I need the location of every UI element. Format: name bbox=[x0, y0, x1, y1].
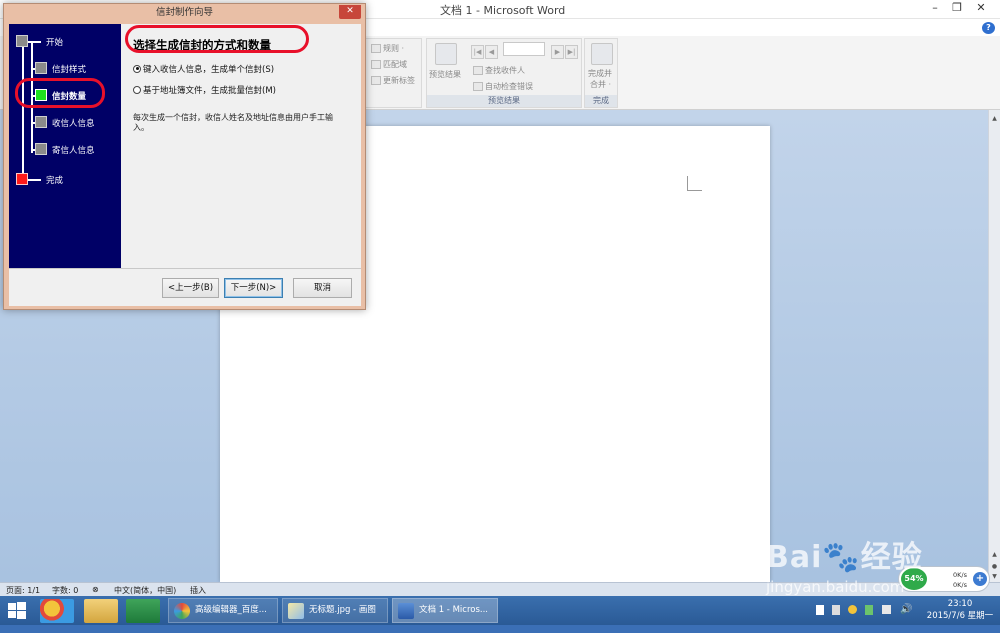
preview-group-label: 预览结果 bbox=[427, 95, 581, 107]
update-labels-button[interactable]: 更新标签 bbox=[371, 75, 415, 86]
cancel-button[interactable]: 取消 bbox=[293, 278, 352, 298]
minimize-button[interactable]: – bbox=[924, 0, 946, 17]
restore-button[interactable]: ❐ bbox=[946, 0, 968, 17]
step-start-marker bbox=[16, 35, 28, 47]
next-record-button[interactable]: ▶ bbox=[551, 45, 564, 59]
status-bar: 页面: 1/1 字数: 0 ⊗ 中文(简体，中国) 插入 bbox=[0, 582, 1000, 596]
update-labels-icon bbox=[371, 76, 381, 85]
app-circles-icon[interactable] bbox=[40, 599, 74, 623]
word-icon bbox=[398, 603, 414, 619]
finish-group-label: 完成 bbox=[585, 95, 617, 107]
auto-check-icon bbox=[473, 82, 483, 91]
step-start[interactable]: 开始 bbox=[46, 36, 63, 48]
prev-record-button[interactable]: ◀ bbox=[485, 45, 498, 59]
highlight-heading-oval bbox=[125, 25, 309, 53]
task-browser[interactable]: 高级编辑器_百度... bbox=[168, 598, 278, 623]
find-recipient-icon bbox=[473, 66, 483, 75]
wizard-steps-panel: 开始 信封样式 信封数量 收信人信息 寄信人信息 完成 bbox=[9, 24, 121, 268]
tray-security-icon[interactable] bbox=[848, 605, 857, 614]
task-word[interactable]: 文档 1 - Micros... bbox=[392, 598, 498, 623]
option-single-envelope[interactable]: 键入收信人信息，生成单个信封(S) bbox=[133, 63, 274, 75]
help-icon[interactable]: ? bbox=[982, 22, 995, 34]
vertical-scrollbar[interactable]: ▲ ▲ ● ▼ bbox=[988, 110, 1000, 582]
status-language[interactable]: 中文(简体，中国) bbox=[114, 585, 176, 596]
tray-flag-icon[interactable] bbox=[816, 605, 824, 615]
radio-unchecked-icon[interactable] bbox=[133, 85, 141, 94]
step-finish-marker bbox=[16, 173, 28, 185]
status-insert-mode[interactable]: 插入 bbox=[190, 585, 206, 596]
preview-results-button[interactable]: 预览结果 bbox=[429, 69, 461, 80]
find-recipient-button[interactable]: 查找收件人 bbox=[473, 65, 525, 76]
tray-network-icon[interactable] bbox=[882, 605, 891, 614]
tray-volume-icon[interactable]: 🔊 bbox=[900, 604, 912, 633]
first-record-button[interactable]: |◀ bbox=[471, 45, 484, 59]
ribbon-group-fields: 规则 · 匹配域 更新标签 bbox=[364, 38, 422, 108]
auto-check-errors-button[interactable]: 自动检查错误 bbox=[473, 81, 533, 92]
memory-percent: 54% bbox=[901, 568, 927, 590]
download-speed: 0K/s bbox=[953, 581, 967, 589]
step-recipient-marker bbox=[35, 116, 47, 128]
option-description: 每次生成一个信封，收信人姓名及地址信息由用户手工输入。 bbox=[133, 113, 333, 132]
dialog-close-button[interactable]: ✕ bbox=[339, 5, 361, 19]
windows-start-icon[interactable] bbox=[6, 600, 28, 622]
step-finish[interactable]: 完成 bbox=[46, 174, 63, 186]
network-speed-widget[interactable]: 54% 0K/s 0K/s + bbox=[898, 566, 990, 592]
word-window-title: 文档 1 - Microsoft Word bbox=[440, 4, 566, 17]
taskbar: 高级编辑器_百度... 无标题.jpg - 画图 文档 1 - Micros..… bbox=[0, 596, 1000, 625]
select-browse-icon[interactable]: ● bbox=[990, 562, 999, 571]
finish-merge-label-1[interactable]: 完成并 bbox=[588, 68, 612, 79]
step-sender-marker bbox=[35, 143, 47, 155]
rules-button[interactable]: 规则 · bbox=[371, 43, 404, 54]
dialog-body: 开始 信封样式 信封数量 收信人信息 寄信人信息 完成 选择生成信封的方式和数量… bbox=[9, 24, 361, 306]
excel-icon[interactable] bbox=[126, 599, 160, 623]
task-paint[interactable]: 无标题.jpg - 画图 bbox=[282, 598, 388, 623]
scroll-up-icon[interactable]: ▲ bbox=[990, 114, 999, 123]
next-step-button[interactable]: 下一步(N)> bbox=[224, 278, 283, 298]
clock-time: 23:10 bbox=[947, 599, 973, 609]
status-word-count[interactable]: 字数: 0 bbox=[52, 585, 78, 596]
step-recipient-info[interactable]: 收信人信息 bbox=[52, 117, 95, 129]
tray-app-icon[interactable] bbox=[832, 605, 840, 615]
option-batch-envelope[interactable]: 基于地址簿文件，生成批量信封(M) bbox=[133, 84, 276, 96]
dialog-footer: <上一步(B) 下一步(N)> 取消 bbox=[9, 268, 361, 306]
taskbar-clock[interactable]: 23:10 2015/7/6 星期一 bbox=[922, 598, 998, 622]
prev-page-icon[interactable]: ▲ bbox=[990, 550, 999, 559]
step-envelope-style[interactable]: 信封样式 bbox=[52, 63, 86, 75]
step-style-marker bbox=[35, 62, 47, 74]
upload-speed: 0K/s bbox=[953, 571, 967, 579]
close-window-button[interactable]: ✕ bbox=[970, 0, 992, 17]
tray-shield-icon[interactable] bbox=[865, 605, 873, 615]
next-page-icon[interactable]: ▼ bbox=[990, 572, 999, 581]
record-number-input[interactable] bbox=[503, 42, 545, 56]
proofing-icon[interactable]: ⊗ bbox=[92, 585, 99, 594]
status-page[interactable]: 页面: 1/1 bbox=[6, 585, 40, 596]
radio-checked-icon[interactable] bbox=[133, 64, 141, 73]
rules-icon bbox=[371, 44, 381, 53]
last-record-button[interactable]: ▶| bbox=[565, 45, 578, 59]
accelerate-plus-icon[interactable]: + bbox=[973, 572, 987, 586]
browser-icon bbox=[174, 603, 190, 619]
steps-connector bbox=[22, 41, 24, 180]
dialog-title: 信封制作向导 bbox=[155, 7, 213, 18]
clock-date: 2015/7/6 星期一 bbox=[926, 611, 994, 621]
preview-results-icon bbox=[435, 43, 457, 65]
ribbon-group-finish: 完成并 合并 · 完成 bbox=[584, 38, 618, 108]
step-sender-info[interactable]: 寄信人信息 bbox=[52, 144, 95, 156]
finish-merge-label-2[interactable]: 合并 · bbox=[590, 79, 611, 90]
wizard-content-panel: 选择生成信封的方式和数量 键入收信人信息，生成单个信封(S) 基于地址簿文件，生… bbox=[121, 24, 361, 268]
file-explorer-icon[interactable] bbox=[84, 599, 118, 623]
match-fields-button[interactable]: 匹配域 bbox=[371, 59, 407, 70]
finish-merge-icon bbox=[591, 43, 613, 65]
highlight-step-oval bbox=[15, 78, 105, 108]
match-fields-icon bbox=[371, 60, 381, 69]
prev-step-button[interactable]: <上一步(B) bbox=[162, 278, 219, 298]
margin-corner-mark bbox=[687, 176, 702, 191]
paint-icon bbox=[288, 603, 304, 619]
